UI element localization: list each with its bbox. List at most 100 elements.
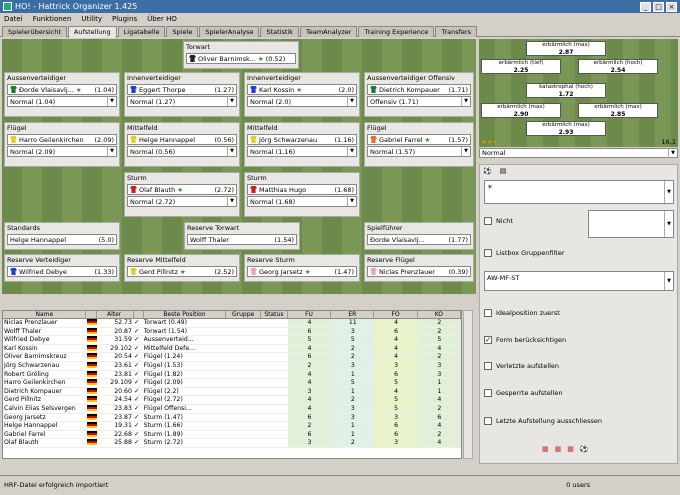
- table-row[interactable]: Gerd Pillnitz 24.54 ✓ Flügel (2.72) 4 2 5 4: [3, 396, 461, 405]
- lineup-grid-icon[interactable]: ▦: [542, 445, 549, 453]
- player-select[interactable]: Wolff Thaler (1.54): [187, 234, 297, 245]
- tab-teamanalyzer[interactable]: TeamAnalyzer: [300, 26, 358, 37]
- table-row[interactable]: Wolff Thaler 20.87 ✓ Torwart (1.54) 6 3 6 2: [3, 327, 461, 337]
- form-checkbox[interactable]: ✓: [484, 336, 492, 344]
- table-row[interactable]: Olaf Blauth 25.88 ✓ Sturm (2.72) 3 2 3 4: [3, 439, 461, 448]
- menu-plugins[interactable]: Plugins: [112, 15, 137, 23]
- table-row[interactable]: Robert Gröling 23.81 ✓ Flügel (1.82) 4 1 6 3: [3, 370, 461, 380]
- nicht-option[interactable]: Nicht: [484, 217, 513, 225]
- tab-training-experience[interactable]: Training Experience: [358, 26, 435, 37]
- table-scrollbar[interactable]: [463, 310, 473, 459]
- header-beste-position[interactable]: Beste Position: [144, 311, 227, 318]
- header-name[interactable]: Name: [3, 311, 86, 318]
- document-icon[interactable]: ▤: [500, 167, 507, 175]
- header-icon[interactable]: [86, 311, 98, 318]
- menu-funktionen[interactable]: Funktionen: [33, 15, 72, 23]
- player-select[interactable]: Oliver Barnimsk... ★ (0.52): [186, 53, 296, 64]
- tab-aufstellung[interactable]: Aufstellung: [67, 26, 117, 38]
- header-check[interactable]: [134, 311, 144, 318]
- player-select[interactable]: Đorde Vlaisavlj... ★ (1.04): [7, 84, 117, 95]
- table-row[interactable]: Dietrich Kompauer 20.60 ✓ Flügel (2.2) 3 1 4 1: [3, 387, 461, 397]
- tactic-select[interactable]: Normal (0.56) ▼: [127, 146, 237, 157]
- table-row[interactable]: Oliver Barnimskreuz 20.54 ✓ Flügel (1.24) 6 2…: [3, 353, 461, 362]
- player-select[interactable]: Eggert Thorpe (1.27): [127, 84, 237, 95]
- formation-select[interactable]: AW-MF-ST ▼: [484, 271, 674, 291]
- header-ko[interactable]: KO: [418, 311, 461, 318]
- tactic-select[interactable]: Normal (1.57) ▼: [367, 146, 471, 157]
- sun-icon: ☀: [487, 183, 493, 191]
- flag-icon: [86, 396, 97, 403]
- tactic-select[interactable]: Normal (2.0) ▼: [247, 96, 357, 107]
- tab-ligatabelle[interactable]: Ligatabelle: [117, 26, 166, 37]
- lineup-grid-icon[interactable]: ▦: [567, 445, 574, 453]
- verletzte-option[interactable]: Verletzte aufstellen: [484, 362, 559, 370]
- tactic-select[interactable]: Normal (2.72) ▼: [127, 196, 237, 207]
- form-option[interactable]: ✓ Form berücksichtigen: [484, 336, 566, 344]
- close-button[interactable]: ×: [666, 1, 677, 12]
- tactic-select[interactable]: Normal (1.27) ▼: [127, 96, 237, 107]
- player-select[interactable]: Gabriel Farrel ★ (1.57): [367, 134, 471, 145]
- table-row[interactable]: Jörg Schwarzenau 23.61 ✓ Flügel (1.53) 2 3 3 3: [3, 361, 461, 371]
- group-select[interactable]: ▼: [588, 210, 674, 238]
- menu-ueber-ho[interactable]: Über HO: [147, 15, 177, 23]
- minimize-button[interactable]: _: [640, 1, 651, 12]
- tab-spieleruebersicht[interactable]: Spielerübersicht: [2, 26, 67, 37]
- tab-statistik[interactable]: Statistik: [260, 26, 299, 37]
- table-row[interactable]: Niclas Prenzlauer 52.73 ✓ Torwart (0.49) 4 11…: [3, 319, 461, 328]
- gesperrte-checkbox[interactable]: [484, 389, 492, 397]
- header-fu[interactable]: FÜ: [288, 311, 332, 318]
- player-select[interactable]: Georg Jarsetz ★ (1.47): [247, 266, 357, 277]
- menu-utility[interactable]: Utility: [81, 15, 102, 23]
- style-select[interactable]: Normal ▼: [479, 148, 678, 158]
- lineup-grid-icon[interactable]: ▦: [555, 445, 562, 453]
- table-row[interactable]: Wilfried Debye 31.59 ✓ Aussenverteid... 5 5 4 5: [3, 336, 461, 345]
- chevron-down-icon: ▼: [461, 97, 470, 106]
- listbox-option[interactable]: Listbox Gruppenfilter: [484, 249, 565, 257]
- verletzte-checkbox[interactable]: [484, 362, 492, 370]
- header-fo[interactable]: FO: [374, 311, 418, 318]
- tactic-select[interactable]: Normal (1.68) ▼: [247, 196, 357, 207]
- player-select[interactable]: Matthias Hugo (1.68): [247, 184, 357, 195]
- table-row[interactable]: Karl Kossin 29.102 ✓ Mittelfeld Defe... 4 2 4 4: [3, 344, 461, 354]
- player-select[interactable]: Olaf Blauth ★ (2.72): [127, 184, 237, 195]
- header-er[interactable]: ER: [331, 311, 375, 318]
- table-row[interactable]: Gabriel Farrel 22.68 ✓ Sturm (1.89) 6 1 6 2: [3, 430, 461, 440]
- maximize-button[interactable]: □: [653, 1, 664, 12]
- table-row[interactable]: Georg Jarsetz 23.87 ✓ Sturm (1.47) 6 3 3 6: [3, 413, 461, 423]
- football-icon[interactable]: ⚽: [483, 167, 492, 175]
- table-row[interactable]: Calvin Elias Selsvergen 23.83 ✓ Flügel Offe…: [3, 404, 461, 414]
- ideal-option[interactable]: Idealposition zuerst: [484, 309, 560, 317]
- gesperrte-option[interactable]: Gesperrte aufstellen: [484, 389, 562, 397]
- tab-spiele[interactable]: Spiele: [166, 26, 199, 37]
- tab-spieleranalyse[interactable]: SpielerAnalyse: [199, 26, 260, 37]
- tab-transfers[interactable]: Transfers: [435, 26, 477, 37]
- nicht-checkbox[interactable]: [484, 217, 492, 225]
- header-alter[interactable]: Alter: [97, 311, 134, 318]
- player-select[interactable]: Dietrich Kompauer (1.71): [367, 84, 471, 95]
- tactic-select[interactable]: Normal (1.16) ▼: [247, 146, 357, 157]
- letzte-checkbox[interactable]: [484, 417, 492, 425]
- player-select[interactable]: Gerd Pillnitz ★ (2.52): [127, 266, 237, 277]
- header-gruppe[interactable]: Gruppe: [226, 311, 261, 318]
- tactic-select[interactable]: Normal (1.04) ▼: [7, 96, 117, 107]
- player-select[interactable]: Helge Hannappel (5.0): [7, 234, 117, 245]
- header-status[interactable]: Status: [261, 311, 288, 318]
- tactic-select[interactable]: Offensiv (1.71) ▼: [367, 96, 471, 107]
- football-icon[interactable]: ⚽: [580, 445, 589, 453]
- table-row[interactable]: Harro Geilenkirchen 29.109 ✓ Flügel (2.09) 4…: [3, 379, 461, 388]
- weather-select[interactable]: ☀ ▼: [484, 180, 674, 204]
- letzte-option[interactable]: Letzte Aufstellung ausschliessen: [484, 417, 602, 425]
- player-select[interactable]: Jörg Schwarzenau (1.16): [247, 134, 357, 145]
- menu-datei[interactable]: Datei: [4, 15, 23, 23]
- player-select[interactable]: Harro Geilenkirchen (2.09): [7, 134, 117, 145]
- table-row[interactable]: Helge Hannappel 19.31 ✓ Sturm (1.66) 2 1 6 4: [3, 422, 461, 431]
- listbox-checkbox[interactable]: [484, 249, 492, 257]
- player-select[interactable]: Niclas Prenzlauer (0.39): [367, 266, 471, 277]
- player-select[interactable]: Karl Kossin ★ (2.0): [247, 84, 357, 95]
- position-st1: Sturm Olaf Blauth ★ (2.72) Normal (2.72) ▼: [124, 172, 240, 217]
- player-select[interactable]: Helge Hannappel (0.56): [127, 134, 237, 145]
- player-select[interactable]: Đorde Vlaisavlj... (1.77): [367, 234, 471, 245]
- tactic-select[interactable]: Normal (2.09) ▼: [7, 146, 117, 157]
- ideal-checkbox[interactable]: [484, 309, 492, 317]
- player-select[interactable]: Wilfried Debye (1.33): [7, 266, 117, 277]
